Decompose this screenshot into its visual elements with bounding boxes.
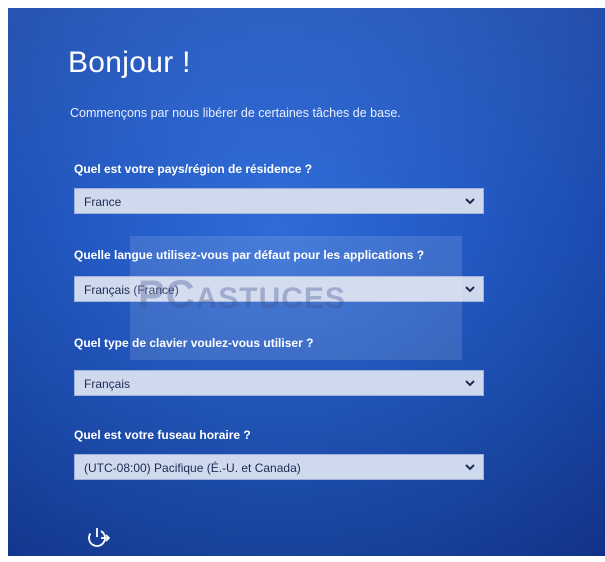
country-select[interactable]: France xyxy=(74,188,484,214)
keyboard-value: Français xyxy=(84,377,131,391)
ease-of-access-icon[interactable] xyxy=(86,524,112,550)
keyboard-select[interactable]: Français xyxy=(74,370,484,396)
watermark-logo: PCASTUCES xyxy=(138,273,346,317)
chevron-down-icon xyxy=(465,198,475,205)
timezone-value: (UTC-08:00) Pacifique (É.-U. et Canada) xyxy=(84,461,301,475)
chevron-down-icon xyxy=(465,286,475,293)
page-subtitle: Commençons par nous libérer de certaines… xyxy=(70,106,401,120)
country-label: Quel est votre pays/région de résidence … xyxy=(74,162,313,176)
chevron-down-icon xyxy=(465,380,475,387)
setup-screen: Bonjour ! Commençons par nous libérer de… xyxy=(8,8,605,556)
timezone-select[interactable]: (UTC-08:00) Pacifique (É.-U. et Canada) xyxy=(74,454,484,480)
chevron-down-icon xyxy=(465,464,475,471)
country-value: France xyxy=(84,195,122,209)
page-title: Bonjour ! xyxy=(68,46,191,79)
timezone-label: Quel est votre fuseau horaire ? xyxy=(74,428,251,442)
